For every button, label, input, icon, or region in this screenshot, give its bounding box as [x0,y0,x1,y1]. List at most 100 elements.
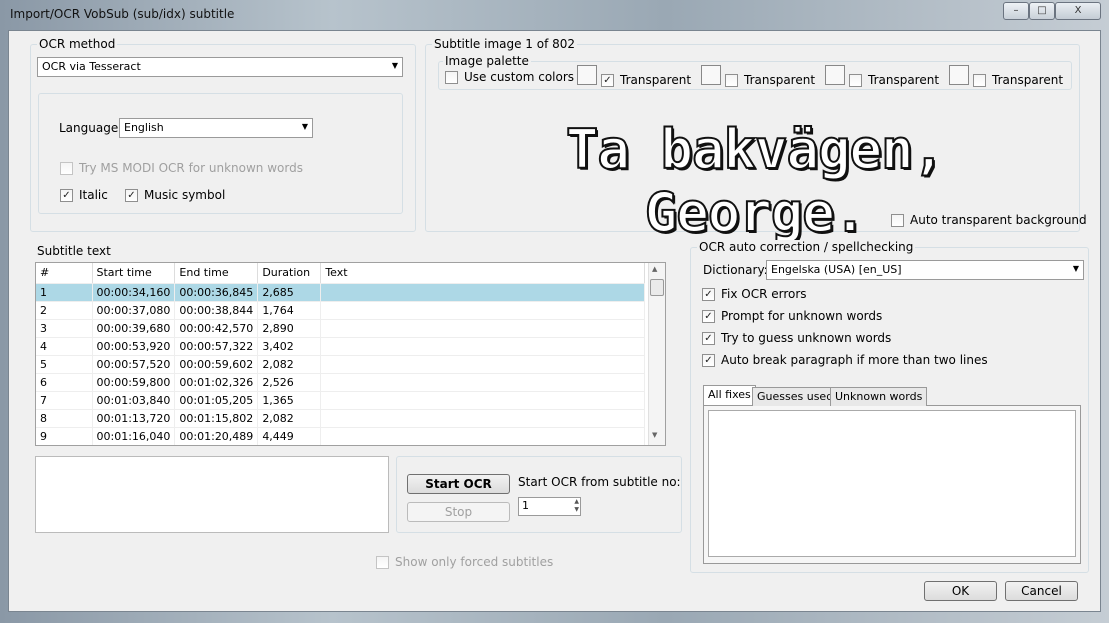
tab-all-fixes[interactable]: All fixes [703,385,756,405]
scroll-up-icon[interactable]: ▲ [652,265,657,273]
modi-checkbox[interactable]: Try MS MODI OCR for unknown words [60,161,303,175]
table-cell: 2,082 [257,355,322,374]
table-row[interactable]: 8 00:01:13,720 00:01:15,802 2,082 [36,409,645,428]
transparent-label: Transparent [744,73,816,87]
table-row[interactable]: 7 00:01:03,840 00:01:05,205 1,365 [36,391,645,410]
table-cell: 4 [36,337,93,356]
transparent-1-checkbox[interactable]: ✓ Transparent [601,73,691,87]
palette-color-2[interactable] [701,65,721,85]
close-button[interactable]: X [1055,2,1101,20]
checkmark-icon: ✓ [60,188,73,202]
language-value: English [124,121,164,134]
spinner-arrows-icon[interactable]: ▲ ▼ [574,498,579,514]
tab-unknown-words[interactable]: Unknown words [830,387,928,406]
italic-label: Italic [79,188,108,202]
checkbox-box [725,73,738,87]
list-scrollbar[interactable]: ▲ ▼ [648,263,665,445]
table-cell [320,301,645,320]
column-header-start[interactable]: Start time [92,263,176,284]
table-row[interactable]: 4 00:00:53,920 00:00:57,322 3,402 [36,337,645,356]
table-cell: 3,402 [257,337,322,356]
table-cell [320,283,645,302]
table-cell: 1,764 [257,301,322,320]
modi-label: Try MS MODI OCR for unknown words [79,161,303,175]
transparent-4-checkbox[interactable]: Transparent [973,73,1063,87]
guess-unknown-checkbox[interactable]: ✓ Try to guess unknown words [702,331,891,345]
column-header-end[interactable]: End time [174,263,259,284]
table-cell: 3 [36,319,93,338]
autocorrect-label: OCR auto correction / spellchecking [697,240,916,254]
palette-color-3[interactable] [825,65,845,85]
dictionary-value: Engelska (USA) [en_US] [771,263,902,276]
table-cell [320,355,645,374]
table-cell: 00:00:34,160 [92,283,176,302]
transparent-label: Transparent [868,73,940,87]
fix-ocr-errors-checkbox[interactable]: ✓ Fix OCR errors [702,287,807,301]
table-row[interactable]: 9 00:01:16,040 00:01:20,489 4,449 [36,427,645,445]
prompt-unknown-checkbox[interactable]: ✓ Prompt for unknown words [702,309,882,323]
fixes-list[interactable] [708,410,1076,557]
transparent-3-checkbox[interactable]: Transparent [849,73,939,87]
start-from-label: Start OCR from subtitle no: [518,475,681,489]
table-row[interactable]: 2 00:00:37,080 00:00:38,844 1,764 [36,301,645,320]
table-cell: 00:01:03,840 [92,391,176,410]
option-label: Prompt for unknown words [721,309,883,323]
dictionary-label: Dictionary: [703,263,768,277]
palette-color-1[interactable] [577,65,597,85]
column-header-number[interactable]: # [36,263,93,284]
option-label: Try to guess unknown words [721,331,892,345]
cancel-button[interactable]: Cancel [1005,581,1078,601]
scroll-down-icon[interactable]: ▼ [652,431,657,439]
ocr-method-select[interactable]: OCR via Tesseract ▼ [37,57,403,77]
checkbox-box [973,73,986,87]
checkmark-icon: ✓ [601,73,614,87]
subtitle-list[interactable]: # Start time End time Duration Text 1 00:… [35,262,666,446]
minimize-button[interactable]: – [1003,2,1029,20]
list-header: # Start time End time Duration Text [36,263,645,284]
table-row[interactable]: 5 00:00:57,520 00:00:59,602 2,082 [36,355,645,374]
checkmark-icon: ✓ [702,331,715,345]
dictionary-select[interactable]: Engelska (USA) [en_US] ▼ [766,260,1084,280]
table-row[interactable]: 6 00:00:59,800 00:01:02,326 2,526 [36,373,645,392]
checkmark-icon: ✓ [702,287,715,301]
stop-button[interactable]: Stop [407,502,510,522]
ocr-method-label: OCR method [37,37,118,51]
subtitle-text-label: Subtitle text [37,244,111,258]
table-cell: 00:00:38,844 [174,301,259,320]
checkbox-box [60,161,73,175]
auto-break-checkbox[interactable]: ✓ Auto break paragraph if more than two l… [702,353,988,367]
auto-transparent-checkbox[interactable]: Auto transparent background [891,213,1087,227]
palette-color-4[interactable] [949,65,969,85]
forced-label: Show only forced subtitles [395,555,554,569]
subtitle-text-box[interactable] [35,456,389,533]
table-cell: 2,890 [257,319,322,338]
table-cell: 2,082 [257,409,322,428]
forced-subtitles-checkbox[interactable]: Show only forced subtitles [376,555,553,569]
start-from-spinner[interactable]: 1 ▲ ▼ [518,497,581,516]
music-symbol-checkbox[interactable]: ✓ Music symbol [125,188,225,202]
tab-guesses-used[interactable]: Guesses used [752,387,839,406]
ocr-method-value: OCR via Tesseract [42,60,141,73]
language-select[interactable]: English ▼ [119,118,313,138]
scrollbar-thumb[interactable] [650,279,664,296]
table-row[interactable]: 1 00:00:34,160 00:00:36,845 2,685 [36,283,645,302]
ok-button[interactable]: OK [924,581,997,601]
start-ocr-button[interactable]: Start OCR [407,474,510,494]
checkbox-box [376,555,389,569]
table-cell: 00:00:42,570 [174,319,259,338]
image-palette-label: Image palette [443,54,531,68]
table-cell: 00:01:20,489 [174,427,259,445]
italic-checkbox[interactable]: ✓ Italic [60,188,108,202]
checkmark-icon: ✓ [702,309,715,323]
checkbox-box [891,213,904,227]
use-custom-colors-checkbox[interactable]: Use custom colors [445,70,574,84]
table-cell: 00:01:13,720 [92,409,176,428]
transparent-2-checkbox[interactable]: Transparent [725,73,815,87]
table-cell: 00:00:39,680 [92,319,176,338]
table-cell: 00:01:15,802 [174,409,259,428]
column-header-text[interactable]: Text [320,263,645,284]
maximize-button[interactable]: □ [1029,2,1055,20]
column-header-duration[interactable]: Duration [257,263,322,284]
table-row[interactable]: 3 00:00:39,680 00:00:42,570 2,890 [36,319,645,338]
table-cell: 00:00:59,602 [174,355,259,374]
